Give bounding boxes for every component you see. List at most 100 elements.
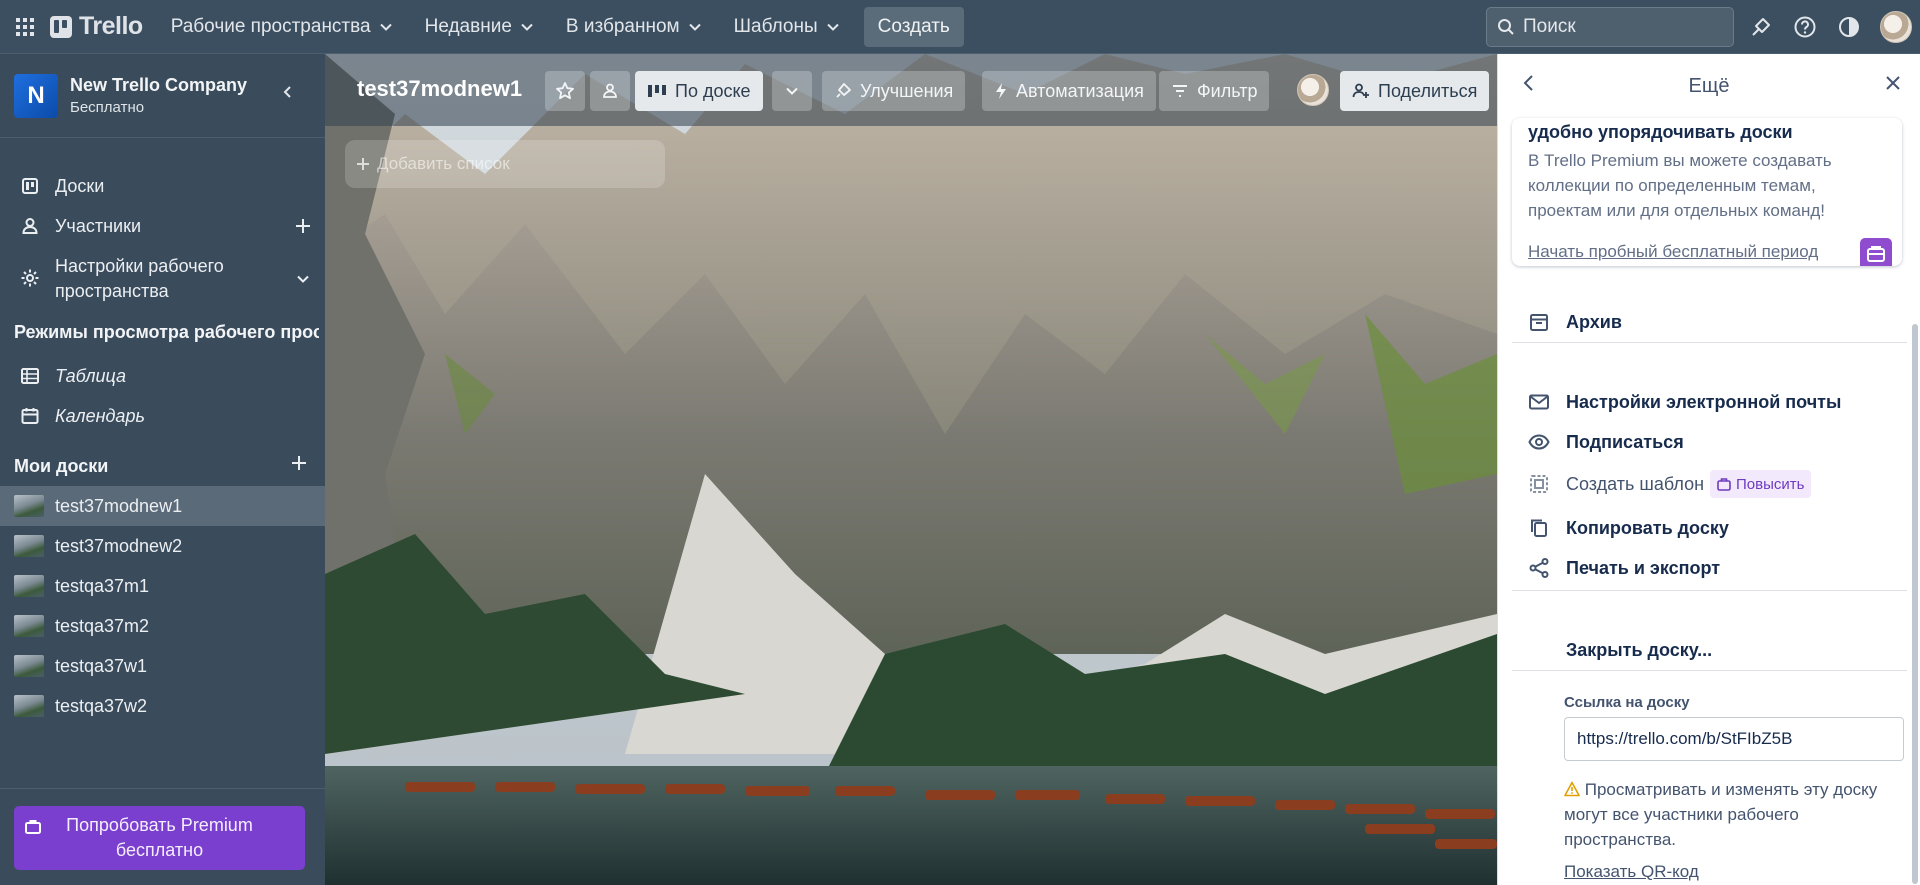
people-icon xyxy=(603,83,617,98)
board-visibility-warning: Просматривать и изменять эту доску могут… xyxy=(1564,777,1904,852)
create-button[interactable]: Создать xyxy=(863,6,964,47)
upgrade-label: Повысить xyxy=(1736,475,1805,493)
promo-line2: коллекции по определенным темам, xyxy=(1528,176,1816,195)
sidebar-board-item[interactable]: testqa37w1 xyxy=(0,646,325,686)
email-settings-item[interactable]: Настройки электронной почты xyxy=(1498,382,1920,422)
create-template-item[interactable]: Создать шаблон Повысить xyxy=(1498,464,1920,504)
close-board-item[interactable]: Закрыть доску... xyxy=(1498,630,1920,670)
premium-collections-promo: удобно упорядочивать доски В Trello Prem… xyxy=(1512,118,1902,266)
notifications-icon[interactable] xyxy=(1746,12,1776,42)
start-trial-link[interactable]: Начать пробный бесплатный период xyxy=(1528,242,1818,262)
star-board-button[interactable] xyxy=(545,71,585,111)
back-arrow-icon[interactable] xyxy=(1520,74,1538,92)
sidebar-item-calendar[interactable]: Календарь xyxy=(0,396,325,436)
rocket-icon xyxy=(836,83,851,98)
user-avatar[interactable] xyxy=(1880,11,1912,43)
board-link-field[interactable]: https://trello.com/b/StFIbZ5B xyxy=(1564,717,1904,761)
share-label: Поделиться xyxy=(1378,80,1478,101)
subscribe-item[interactable]: Подписаться xyxy=(1498,422,1920,462)
board-name: test37modnew1 xyxy=(55,495,183,516)
board-thumbnail xyxy=(14,575,44,597)
my-boards-title: Мои доски xyxy=(14,456,109,476)
add-list-button[interactable]: Добавить список xyxy=(345,140,665,188)
upgrade-badge[interactable]: Повысить xyxy=(1710,470,1812,498)
sidebar-board-item[interactable]: testqa37w2 xyxy=(0,686,325,726)
premium-line1: Попробовать Premium xyxy=(66,814,253,835)
board-name: testqa37m1 xyxy=(55,575,150,596)
calendar-icon xyxy=(21,408,39,424)
share-nodes-icon xyxy=(1529,558,1549,578)
collapse-sidebar-icon[interactable] xyxy=(280,84,296,100)
menu-templates-label: Шаблоны xyxy=(733,15,818,37)
board-thumbnail xyxy=(14,615,44,637)
print-export-item[interactable]: Печать и экспорт xyxy=(1498,548,1920,588)
sidebar-item-boards[interactable]: Доски xyxy=(0,166,325,206)
chevron-down-icon xyxy=(826,23,839,31)
panel-divider xyxy=(1512,670,1907,671)
menu-workspaces-label: Рабочие пространства xyxy=(170,15,371,37)
sidebar-divider xyxy=(0,788,325,789)
try-premium-button[interactable]: Попробовать Premium бесплатно xyxy=(14,806,305,870)
power-ups-button[interactable]: Улучшения xyxy=(822,71,966,111)
workspace-views-title: Режимы просмотра рабочего прос... xyxy=(14,322,319,342)
sidebar-board-item[interactable]: testqa37m1 xyxy=(0,566,325,606)
chevron-down-icon xyxy=(688,23,701,31)
promo-body: В Trello Premium вы можете создавать кол… xyxy=(1528,148,1858,223)
theme-toggle-icon[interactable] xyxy=(1834,12,1864,42)
board-view-button[interactable]: По доске xyxy=(635,71,763,111)
promo-line1: В Trello Premium вы можете создавать xyxy=(1528,151,1832,170)
sidebar-item-calendar-label: Календарь xyxy=(55,405,145,426)
promo-line3: проектам или для отдельных команд! xyxy=(1528,201,1826,220)
board-title[interactable]: test37modnew1 xyxy=(357,76,522,102)
sidebar-item-settings[interactable]: Настройки рабочего пространства xyxy=(0,246,325,310)
template-icon xyxy=(1530,475,1548,493)
trello-logo-icon xyxy=(50,15,72,38)
menu-recent[interactable]: Недавние xyxy=(413,7,546,47)
menu-starred[interactable]: В избранном xyxy=(554,7,714,47)
help-icon[interactable] xyxy=(1790,12,1820,42)
menu-workspaces[interactable]: Рабочие пространства xyxy=(159,7,405,47)
board-name: test37modnew2 xyxy=(55,535,183,556)
warning-line3: пространства. xyxy=(1564,830,1677,849)
warning-line1: Просматривать и изменять эту доску xyxy=(1584,780,1878,799)
warning-icon xyxy=(1564,781,1580,797)
add-member-icon[interactable] xyxy=(294,217,312,235)
panel-scrollbar[interactable] xyxy=(1912,324,1918,884)
search-placeholder: Поиск xyxy=(1523,16,1576,37)
board-member-avatar[interactable] xyxy=(1297,74,1329,106)
eye-icon xyxy=(1528,434,1550,450)
board-name: testqa37m2 xyxy=(55,615,150,636)
copy-board-item[interactable]: Копировать доску xyxy=(1498,508,1920,548)
share-button[interactable]: Поделиться xyxy=(1340,71,1490,111)
automation-button[interactable]: Автоматизация xyxy=(982,71,1156,111)
board-thumbnail xyxy=(14,695,44,717)
filter-icon xyxy=(1173,85,1187,97)
chevron-down-icon xyxy=(786,87,798,95)
sidebar-item-settings-label: Настройки рабочего пространства xyxy=(55,254,224,304)
chevron-down-icon xyxy=(521,23,533,31)
sidebar-board-item[interactable]: test37modnew1 xyxy=(0,486,325,526)
sidebar-board-item[interactable]: testqa37m2 xyxy=(0,606,325,646)
automation-label: Автоматизация xyxy=(1016,80,1144,101)
trello-logo[interactable]: Trello xyxy=(50,12,143,41)
filter-button[interactable]: Фильтр xyxy=(1159,71,1270,111)
board-icon xyxy=(22,178,38,194)
sidebar-board-item[interactable]: test37modnew2 xyxy=(0,526,325,566)
star-icon xyxy=(556,82,574,100)
trello-logo-text: Trello xyxy=(79,12,143,40)
workspace-name[interactable]: New Trello Company xyxy=(70,75,247,96)
app-switcher-icon[interactable] xyxy=(0,0,50,54)
add-board-icon[interactable] xyxy=(290,454,308,472)
menu-templates[interactable]: Шаблоны xyxy=(722,7,852,47)
panel-title: Ещё xyxy=(1688,74,1730,97)
search-input[interactable]: Поиск xyxy=(1486,7,1734,47)
archive-item[interactable]: Архив xyxy=(1498,302,1920,342)
sidebar-item-table[interactable]: Таблица xyxy=(0,356,325,396)
visibility-button[interactable] xyxy=(590,71,630,111)
show-qr-code-link[interactable]: Показать QR-код xyxy=(1564,862,1699,882)
add-list-label: Добавить список xyxy=(377,154,510,173)
close-icon[interactable] xyxy=(1884,74,1902,92)
sidebar-item-members[interactable]: Участники xyxy=(0,206,325,246)
top-menu: Рабочие пространства Недавние В избранно… xyxy=(159,6,964,47)
views-dropdown-button[interactable] xyxy=(772,71,812,111)
